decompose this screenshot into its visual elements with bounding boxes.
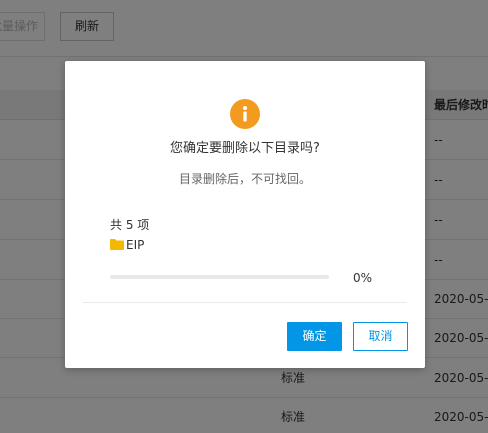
folder-name: EIP <box>126 238 145 252</box>
delete-progress-bar <box>110 275 329 279</box>
item-count: 共 5 项 <box>110 218 150 232</box>
confirm-button[interactable]: 确定 <box>287 322 342 351</box>
delete-confirm-dialog: 您确定要删除以下目录吗? 目录删除后，不可找回。 共 5 项 EIP 0% 确定… <box>65 61 425 368</box>
cancel-button[interactable]: 取消 <box>353 322 408 351</box>
dialog-question: 您确定要删除以下目录吗? <box>170 141 320 156</box>
dialog-divider <box>83 302 407 303</box>
folder-icon <box>110 239 124 250</box>
info-icon <box>230 99 260 129</box>
progress-percent: 0% <box>353 271 373 285</box>
dialog-subtext: 目录删除后，不可找回。 <box>178 172 311 186</box>
